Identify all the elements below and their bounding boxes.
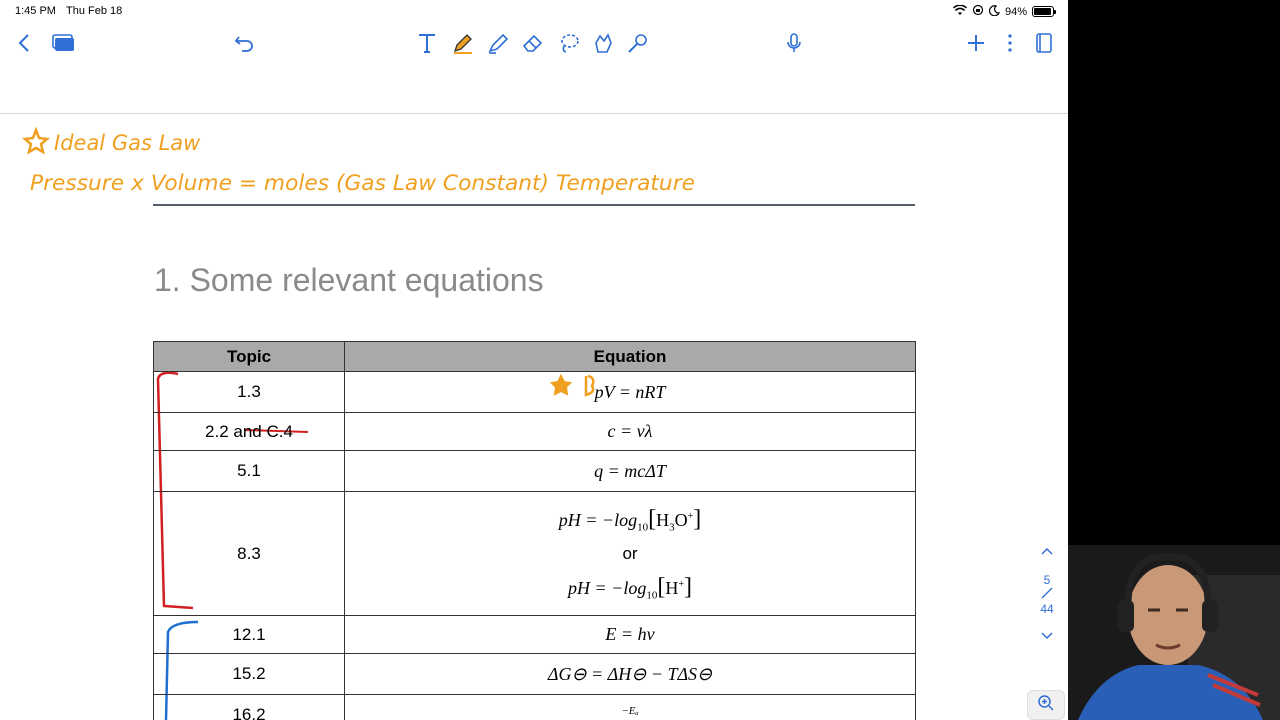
ph-equation-b: pH = −log10[H+] [568,573,692,602]
equation-cell: pV = nRT [344,371,916,413]
equation-cell: E = hν [344,615,916,654]
presenter-image [1068,545,1280,720]
total-pages: 44 [1040,602,1054,616]
zoom-in-icon [1037,694,1055,717]
wifi-icon [952,3,968,19]
toolbar [0,24,1068,62]
table-row: 1.3 pV = nRT [153,371,916,413]
header-equation: Equation [344,341,916,372]
equation-cell: ΔG⊖ = ΔH⊖ − TΔS⊖ [344,653,916,695]
orientation-lock-icon [972,4,984,19]
page-gap [0,62,1068,114]
thumbnails-icon[interactable] [49,28,79,58]
table-row: 12.1 E = hν [153,615,916,654]
pen-icon[interactable] [448,28,478,58]
status-date: Thu Feb 18 [66,5,123,17]
table-row: 2.2 and C.4 c = vλ [153,412,916,451]
eraser-icon[interactable] [518,28,548,58]
zoom-button[interactable] [1027,690,1065,720]
page-view-icon[interactable] [1029,28,1059,58]
ph-equation-a: pH = −log10[H3O+] [558,505,702,534]
current-page: 5 [1043,573,1051,587]
equations-table: Topic Equation 1.3 pV = nRT 2.2 and C.4 … [153,341,916,720]
topic-cell: 5.1 [153,450,345,492]
ipad-screen: 1:45 PM Thu Feb 18 94% Ideal Gas Law Pre… [0,0,1068,720]
moon-icon [988,4,1000,19]
equation-cell: −Eₐ [344,694,916,720]
section-title: 1. Some relevant equations [154,262,544,298]
battery-percent: 94% [1004,5,1027,18]
table-row: 15.2 ΔG⊖ = ΔH⊖ − TΔS⊖ [153,653,916,695]
status-time: 1:45 PM [15,5,56,17]
laser-pointer-icon[interactable] [623,28,653,58]
page-indicator: 5 44 [1030,545,1064,644]
topic-cell: 15.2 [153,653,345,695]
equation-cell: c = vλ [344,412,916,451]
topic-cell: 16.2 [153,694,345,720]
chevron-down-icon[interactable] [1030,630,1064,644]
battery-icon [1032,6,1056,17]
table-header-row: Topic Equation [153,341,916,372]
status-bar: 1:45 PM Thu Feb 18 94% [0,0,1068,24]
add-icon[interactable] [961,28,991,58]
more-icon[interactable] [995,28,1025,58]
or-label: or [622,543,638,563]
table-row: 5.1 q = mcΔT [153,450,916,492]
topic-cell: 12.1 [153,615,345,654]
page-separator-icon [1030,587,1064,602]
topic-cell: 2.2 and C.4 [153,412,345,451]
equation-cell: pH = −log10[H3O+] or pH = −log10[H+] [344,491,916,616]
table-row: 16.2 −Eₐ [153,694,916,720]
chevron-up-icon[interactable] [1030,545,1064,559]
header-topic: Topic [153,341,345,372]
webcam-overlay [1068,545,1280,720]
table-row: 8.3 pH = −log10[H3O+] or pH = −log10[H+] [153,491,916,616]
highlighter-icon[interactable] [483,28,513,58]
lasso-icon[interactable] [554,28,584,58]
text-tool-icon[interactable] [412,28,442,58]
topic-cell: 8.3 [153,491,345,616]
back-icon[interactable] [10,28,40,58]
topic-cell: 1.3 [153,371,345,413]
undo-icon[interactable] [230,28,260,58]
equation-cell: q = mcΔT [344,450,916,492]
shapes-icon[interactable] [588,28,618,58]
status-right: 94% [952,3,1056,19]
microphone-icon[interactable] [779,28,809,58]
